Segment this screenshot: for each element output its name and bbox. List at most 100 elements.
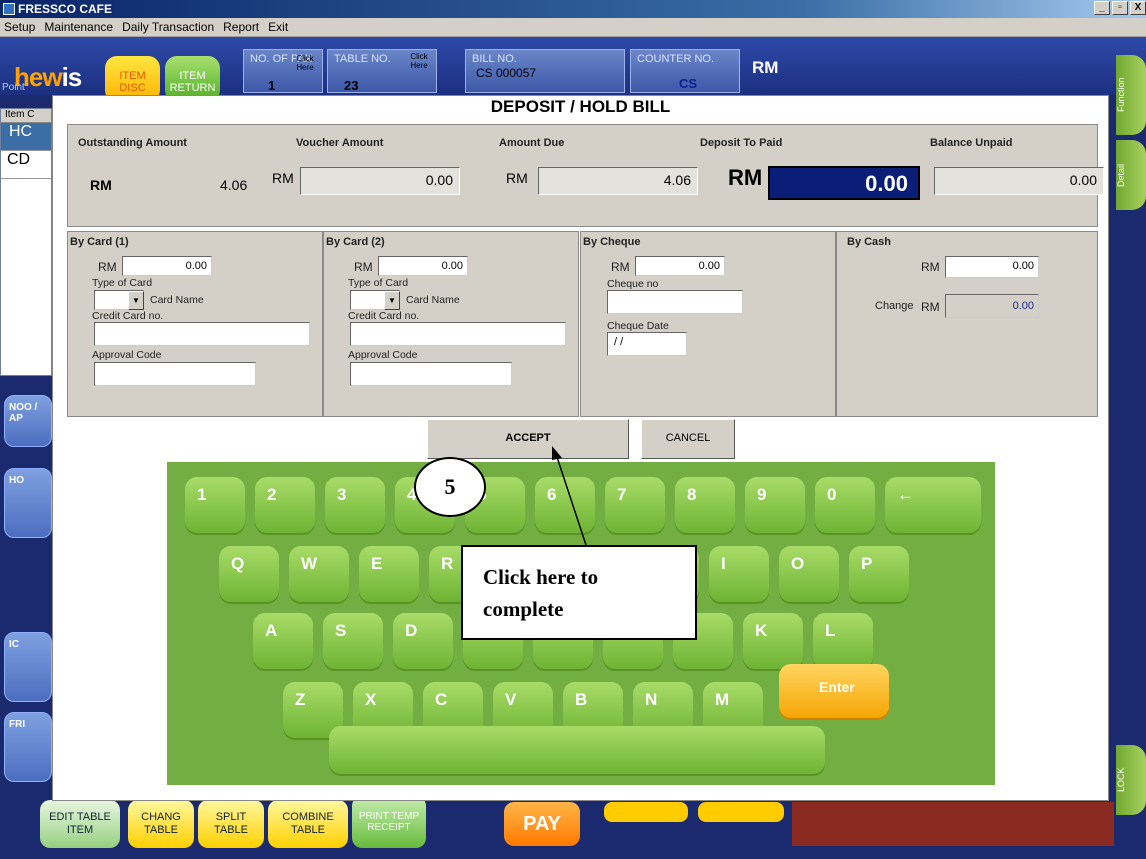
maximize-button[interactable]: ▫ xyxy=(1112,1,1128,15)
card1-panel: By Card (1) RM 0.00 Type of Card ▼ Card … xyxy=(67,231,323,417)
order-item-grid[interactable]: Item C HC CD xyxy=(0,108,52,376)
counter-value: CS xyxy=(679,76,698,91)
key-2[interactable]: 2 xyxy=(255,477,315,535)
space-key[interactable] xyxy=(329,726,825,776)
grid-row[interactable]: CD xyxy=(1,151,51,179)
card1-cc-label: Credit Card no. xyxy=(92,310,164,322)
key-o[interactable]: O xyxy=(779,546,839,604)
deposit-currency: RM xyxy=(728,165,763,190)
logo-tail: is xyxy=(61,62,83,92)
bill-label: BILL NO. xyxy=(472,53,517,65)
key-7[interactable]: 7 xyxy=(605,477,665,535)
table-box[interactable]: TABLE NO. 23 Click Here xyxy=(327,49,437,93)
counter-box: COUNTER NO. CS xyxy=(630,49,740,93)
detail-tab[interactable]: Detail xyxy=(1116,140,1146,210)
card1-title: By Card (1) xyxy=(70,236,129,248)
key-6[interactable]: 6 xyxy=(535,477,595,535)
grid-row[interactable]: HC xyxy=(1,123,51,151)
key-k[interactable]: K xyxy=(743,613,803,671)
category-button[interactable]: IC xyxy=(4,632,52,702)
amount-due-currency: RM xyxy=(506,170,528,186)
table-click-here[interactable]: Click Here xyxy=(408,52,430,70)
key-i[interactable]: I xyxy=(709,546,769,604)
card2-cc-field[interactable] xyxy=(350,322,566,346)
menu-bar: Setup Maintenance Daily Transaction Repo… xyxy=(0,18,1146,37)
cash-amount-field[interactable]: 0.00 xyxy=(945,256,1039,278)
card1-approval-label: Approval Code xyxy=(92,349,162,361)
card2-amount-field[interactable]: 0.00 xyxy=(378,256,468,276)
chevron-down-icon[interactable]: ▼ xyxy=(128,291,144,310)
card2-panel: By Card (2) RM 0.00 Type of Card ▼ Card … xyxy=(323,231,579,417)
key-d[interactable]: D xyxy=(393,613,453,671)
category-button[interactable]: HO xyxy=(4,468,52,538)
yellow-button[interactable] xyxy=(604,802,688,822)
category-button[interactable]: FRI xyxy=(4,712,52,782)
lock-tab[interactable]: LOCK xyxy=(1116,745,1146,815)
key-w[interactable]: W xyxy=(289,546,349,604)
card1-approval-field[interactable] xyxy=(94,362,256,386)
pay-button[interactable]: PAY xyxy=(504,802,580,846)
function-tab[interactable]: Function xyxy=(1116,55,1146,135)
key-e[interactable]: E xyxy=(359,546,419,604)
card1-type-label: Type of Card xyxy=(92,277,153,289)
key-0[interactable]: 0 xyxy=(815,477,875,535)
key-3[interactable]: 3 xyxy=(325,477,385,535)
key-8[interactable]: 8 xyxy=(675,477,735,535)
change-table-button[interactable]: CHANG TABLE xyxy=(128,800,194,848)
key-1[interactable]: 1 xyxy=(185,477,245,535)
cheque-title: By Cheque xyxy=(583,236,641,248)
card2-title: By Card (2) xyxy=(326,236,385,248)
cheque-amount-field[interactable]: 0.00 xyxy=(635,256,725,276)
counter-label: COUNTER NO. xyxy=(637,53,714,65)
menu-exit[interactable]: Exit xyxy=(268,20,288,34)
voucher-currency: RM xyxy=(272,170,294,186)
deposit-label: Deposit To Paid xyxy=(700,137,783,149)
edit-table-item-button[interactable]: EDIT TABLE ITEM xyxy=(40,800,120,848)
outstanding-value: 4.06 xyxy=(220,177,248,193)
voucher-amount-field[interactable]: 0.00 xyxy=(300,167,460,195)
cheque-date-field[interactable]: / / xyxy=(607,332,687,356)
outstanding-currency: RM xyxy=(90,177,112,193)
key-9[interactable]: 9 xyxy=(745,477,805,535)
combine-table-button[interactable]: COMBINE TABLE xyxy=(268,800,348,848)
backspace-key[interactable]: ← xyxy=(885,477,981,535)
menu-maintenance[interactable]: Maintenance xyxy=(44,20,113,34)
instruction-callout: Click here to complete xyxy=(461,545,697,640)
menu-report[interactable]: Report xyxy=(223,20,259,34)
key-a[interactable]: A xyxy=(253,613,313,671)
yellow-button[interactable] xyxy=(698,802,784,822)
callout-line2: complete xyxy=(483,597,564,621)
key-s[interactable]: S xyxy=(323,613,383,671)
card2-approval-field[interactable] xyxy=(350,362,512,386)
grid-header: Item C xyxy=(1,109,51,123)
key-l[interactable]: L xyxy=(813,613,873,671)
split-table-button[interactable]: SPLIT TABLE xyxy=(198,800,264,848)
card1-name-label: Card Name xyxy=(150,294,204,306)
cheque-no-field[interactable] xyxy=(607,290,743,314)
menu-daily-transaction[interactable]: Daily Transaction xyxy=(122,20,214,34)
category-button[interactable]: NOO / AP xyxy=(4,395,52,447)
amount-due-label: Amount Due xyxy=(499,137,565,149)
card2-cc-label: Credit Card no. xyxy=(348,310,420,322)
enter-key[interactable]: Enter xyxy=(779,664,889,720)
key-p[interactable]: P xyxy=(849,546,909,604)
cash-rm: RM xyxy=(921,260,940,274)
menu-setup[interactable]: Setup xyxy=(4,20,35,34)
minimize-button[interactable]: _ xyxy=(1094,1,1110,15)
card1-cc-field[interactable] xyxy=(94,322,310,346)
pax-value: 1 xyxy=(268,78,276,93)
card1-amount-field[interactable]: 0.00 xyxy=(122,256,212,276)
step-number-badge: 5 xyxy=(414,457,486,517)
accept-button[interactable]: ACCEPT xyxy=(427,419,629,459)
cancel-button[interactable]: CANCEL xyxy=(641,419,735,459)
close-button[interactable]: X xyxy=(1130,1,1146,15)
key-q[interactable]: Q xyxy=(219,546,279,604)
pax-click-here[interactable]: Click Here xyxy=(294,54,316,72)
card2-type-label: Type of Card xyxy=(348,277,409,289)
deposit-to-paid-field[interactable]: 0.00 xyxy=(768,166,920,200)
table-label: TABLE NO. xyxy=(334,53,391,65)
chevron-down-icon[interactable]: ▼ xyxy=(384,291,400,310)
window-title-bar: FRESSCO CAFE xyxy=(0,0,1146,18)
pax-box[interactable]: NO. OF PAX 1 Click Here xyxy=(243,49,323,93)
print-temp-receipt-button[interactable]: PRINT TEMP RECEIPT xyxy=(352,796,426,848)
